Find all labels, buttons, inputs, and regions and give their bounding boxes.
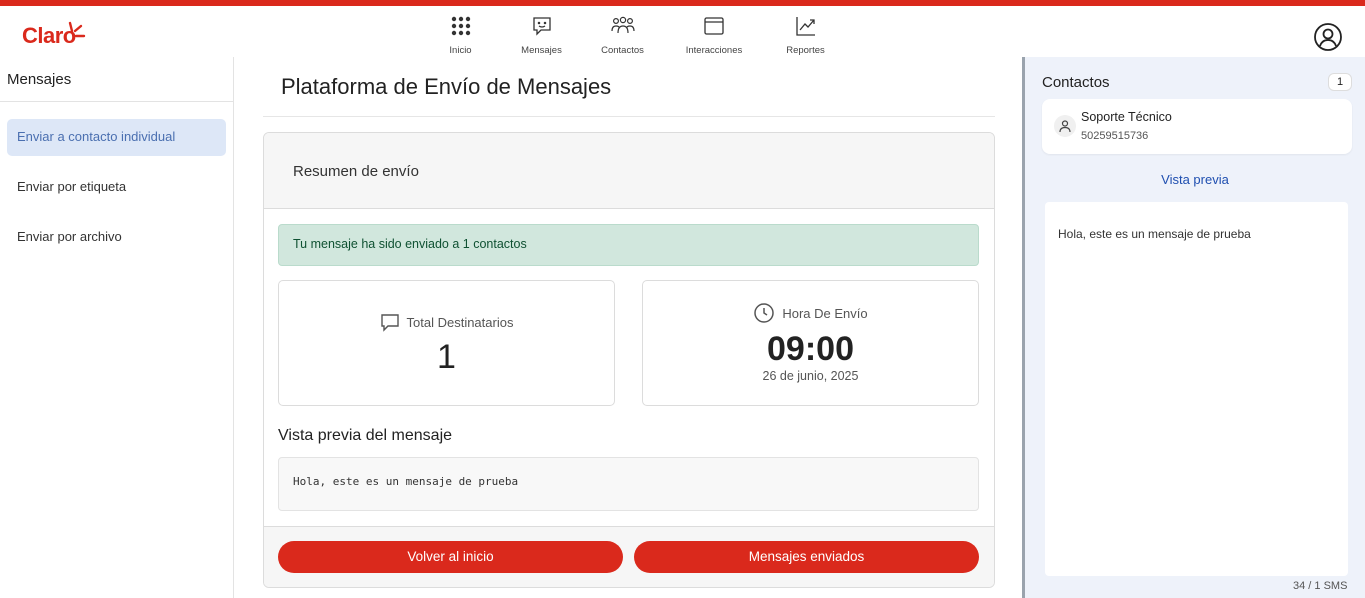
contacts-title: Contactos (1042, 74, 1110, 91)
nav-label: Interacciones (685, 45, 743, 56)
time-value: 09:00 (767, 330, 854, 368)
nav-item-interacciones[interactable]: Interacciones (663, 14, 765, 56)
preview-title: Vista previa del mensaje (278, 427, 453, 444)
contacts-panel: Contactos 1 Soporte Técnico 50259515736 … (1022, 57, 1365, 598)
nav-label: Contactos (601, 45, 644, 56)
sms-char-count: 34 / 1 SMS (1293, 580, 1348, 592)
date-value: 26 de junio, 2025 (762, 369, 859, 383)
message-icon (530, 14, 554, 38)
sidebar: Mensajes Enviar a contacto individual En… (0, 57, 234, 598)
person-icon (1054, 115, 1076, 137)
main-content: Plataforma de Envío de Mensajes Resumen … (263, 57, 995, 588)
nav-item-inicio[interactable]: Inicio (420, 14, 501, 56)
contact-item[interactable]: Soporte Técnico 50259515736 (1042, 99, 1352, 154)
logo-rays-icon (68, 21, 86, 38)
message-preview: Hola, este es un mensaje de prueba (278, 457, 979, 511)
contacts-count-badge: 1 (1328, 73, 1352, 91)
card-title: Resumen de envío (264, 133, 994, 209)
total-label: Total Destinatarios (406, 314, 514, 330)
preview-tab[interactable]: Vista previa (1025, 172, 1365, 187)
total-value: 1 (437, 338, 456, 376)
time-label: Hora De Envío (782, 305, 868, 321)
sms-preview: Hola, este es un mensaje de prueba (1045, 202, 1348, 576)
chart-icon (794, 14, 818, 38)
total-recipients-stat: Total Destinatarios 1 (278, 280, 615, 406)
send-time-stat: Hora De Envío 09:00 26 de junio, 2025 (642, 280, 979, 406)
sidebar-item-archivo[interactable]: Enviar por archivo (7, 219, 226, 256)
header: Claro Inicio Mensajes Contactos Interacc… (0, 6, 1365, 57)
user-circle-icon (1314, 23, 1342, 51)
clock-icon (754, 303, 775, 323)
nav-item-contactos[interactable]: Contactos (582, 14, 663, 56)
user-account-button[interactable] (1313, 22, 1343, 52)
nav-label: Inicio (449, 45, 472, 56)
card-footer: Volver al inicio Mensajes enviados (264, 526, 994, 587)
contacts-icon (610, 14, 635, 38)
summary-card: Resumen de envío Tu mensaje ha sido envi… (263, 132, 995, 588)
contact-phone: 50259515736 (1081, 130, 1149, 142)
back-home-button[interactable]: Volver al inicio (278, 541, 623, 573)
main-nav: Inicio Mensajes Contactos Interacciones … (420, 14, 846, 56)
nav-item-reportes[interactable]: Reportes (765, 14, 846, 56)
success-alert: Tu mensaje ha sido enviado a 1 contactos (278, 224, 979, 266)
chat-bubble-icon (380, 314, 399, 332)
nav-item-mensajes[interactable]: Mensajes (501, 14, 582, 56)
sidebar-item-etiqueta[interactable]: Enviar por etiqueta (7, 169, 226, 206)
grid-icon (449, 14, 473, 38)
page-title: Plataforma de Envío de Mensajes (263, 57, 995, 117)
sidebar-item-individual[interactable]: Enviar a contacto individual (7, 119, 226, 156)
nav-label: Reportes (786, 45, 825, 56)
sent-messages-button[interactable]: Mensajes enviados (634, 541, 979, 573)
nav-label: Mensajes (521, 45, 562, 56)
claro-logo[interactable]: Claro (22, 21, 86, 49)
window-icon (702, 14, 726, 38)
sidebar-title: Mensajes (0, 57, 233, 102)
contact-name: Soporte Técnico (1081, 110, 1172, 124)
